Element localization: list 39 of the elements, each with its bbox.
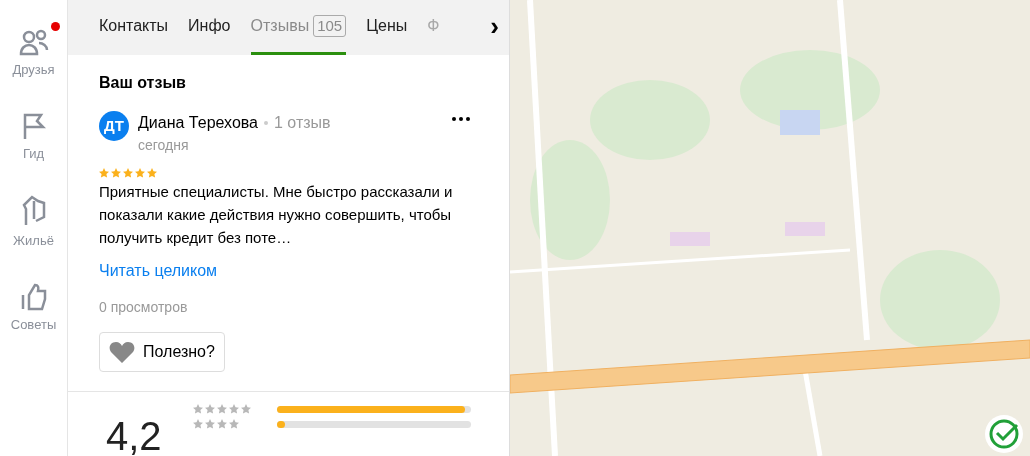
author-name[interactable]: Диана Терехова [138, 111, 258, 135]
star-icon [99, 168, 109, 178]
tab[interactable]: Цены [366, 0, 408, 55]
more-menu-button[interactable] [452, 117, 470, 121]
star-icon [229, 404, 239, 414]
tab[interactable]: Отзывы 105 [250, 0, 347, 55]
tab[interactable]: Ф [427, 0, 440, 55]
tab[interactable]: Контакты [99, 0, 169, 55]
star-icon [123, 168, 133, 178]
view-count: 0 просмотров [99, 298, 189, 317]
sidebar-item[interactable]: Советы [3, 276, 64, 340]
star-icon [217, 419, 227, 429]
star-icon [229, 419, 239, 429]
sidebar-item[interactable]: Гид [3, 105, 64, 169]
helpful-button[interactable]: Полезно? [99, 332, 225, 372]
read-more-link[interactable]: Читать целиком [99, 259, 218, 283]
star-icon [205, 404, 215, 414]
review-text: Приятные специалисты. Мне быстро рассказали и показали какие действия нужно совершить, чтобы получить кредит без поте… [99, 182, 454, 248]
star-icon [193, 404, 203, 414]
avatar[interactable]: ДТ [99, 111, 129, 141]
sidebar-item[interactable]: Друзья [3, 22, 64, 86]
heart-icon [109, 341, 135, 363]
thumb-up-icon [19, 282, 48, 311]
star-icon [147, 168, 157, 178]
tab[interactable]: Инфо [188, 0, 231, 55]
logo-icon [984, 414, 1024, 454]
star-icon [111, 168, 121, 178]
section-heading: Ваш отзыв [99, 73, 187, 93]
rating-score: 4,2 [106, 416, 163, 456]
star-icon [205, 419, 215, 429]
scroll-right-button[interactable]: › [490, 0, 499, 55]
star-icon [193, 419, 203, 429]
star-icon [241, 404, 251, 414]
friends-icon [18, 28, 49, 56]
review-date: сегодня [138, 136, 190, 155]
author-review-count: 1 отзыв [274, 113, 331, 133]
star-icon [135, 168, 145, 178]
sidebar-item[interactable]: Жильё [3, 189, 64, 257]
star-icon [217, 404, 227, 414]
